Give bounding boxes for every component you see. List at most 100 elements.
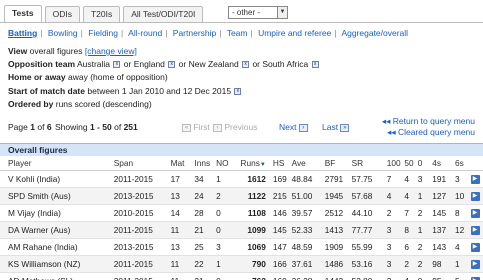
col-no[interactable]: NO: [216, 156, 234, 171]
balls-faced-cell: 2512: [324, 204, 352, 222]
previous-page-icon: ‹: [213, 123, 222, 132]
col-0[interactable]: 0: [417, 156, 433, 171]
tab-all[interactable]: All Test/ODI/T20I: [123, 6, 204, 22]
opposition-new-zealand: or New Zealand: [178, 59, 239, 69]
player-name-cell[interactable]: SPD Smith (Aus): [0, 187, 114, 205]
remove-x-icon[interactable]: x: [113, 61, 121, 69]
results-table: Player Span Mat Inns NO Runs▼ HS Ave BF …: [0, 156, 483, 280]
innings-cell: 21: [194, 221, 217, 239]
order-label: Ordered by: [8, 99, 54, 109]
col-hs[interactable]: HS: [268, 156, 292, 171]
runs-cell: 1108: [233, 204, 269, 222]
fifties-cell: 4: [404, 170, 418, 188]
nav-bowling[interactable]: Bowling: [48, 28, 78, 38]
not-outs-cell: 0: [216, 272, 234, 280]
other-format-select[interactable]: - other - ▼: [228, 6, 288, 19]
col-span[interactable]: Span: [113, 156, 171, 171]
col-sr[interactable]: SR: [351, 156, 387, 171]
return-query-menu-link[interactable]: ◂◂ Return to query menu: [382, 116, 475, 127]
sixes-cell: 10: [455, 187, 471, 205]
nav-batting[interactable]: Batting: [8, 28, 37, 38]
row-go-button[interactable]: ▶: [470, 221, 483, 239]
hundreds-cell: 4: [386, 187, 405, 205]
arrow-right-icon: ▶: [470, 276, 480, 280]
player-name-cell[interactable]: AM Rahane (India): [0, 238, 114, 256]
cleared-query-menu-link[interactable]: ◂◂ Cleared query menu: [387, 127, 475, 138]
strike-rate-cell: 77.77: [351, 221, 387, 239]
previous-page-button[interactable]: ‹ Previous: [213, 122, 257, 132]
col-inns[interactable]: Inns: [194, 156, 217, 171]
high-score-cell: 147: [268, 238, 292, 256]
row-go-button[interactable]: ▶: [470, 272, 483, 280]
results-table-section: Overall figures Player Span Mat Inns NO …: [0, 143, 483, 280]
tab-t20is[interactable]: T20Is: [82, 6, 121, 22]
nav-fielding[interactable]: Fielding: [88, 28, 118, 38]
nav-partnership[interactable]: Partnership: [173, 28, 216, 38]
chevron-down-icon: ▼: [277, 7, 287, 18]
table-row: SPD Smith (Aus) 2013-2015 13 24 2 1122 215 51.0…: [0, 187, 483, 205]
average-cell: 48.84: [291, 170, 325, 188]
player-name-cell[interactable]: DA Warner (Aus): [0, 221, 114, 239]
next-page-button[interactable]: Next ›: [279, 122, 308, 132]
high-score-cell: 169: [268, 170, 292, 188]
view-label: View: [8, 46, 28, 56]
span-cell: 2011-2015: [113, 221, 171, 239]
first-page-button[interactable]: « First: [182, 122, 210, 132]
col-100[interactable]: 100: [386, 156, 405, 171]
remove-x-icon[interactable]: x: [311, 61, 319, 69]
col-4s[interactable]: 4s: [432, 156, 455, 171]
sixes-cell: 12: [455, 221, 471, 239]
player-name-cell[interactable]: V Kohli (India): [0, 170, 114, 188]
nav-team[interactable]: Team: [227, 28, 248, 38]
span-cell: 2011-2015: [113, 170, 171, 188]
player-name-cell[interactable]: KS Williamson (NZ): [0, 255, 114, 273]
change-view-link[interactable]: [change view]: [85, 46, 137, 56]
col-player[interactable]: Player: [0, 156, 114, 171]
nav-all-round[interactable]: All-round: [128, 28, 162, 38]
col-runs[interactable]: Runs▼: [233, 156, 269, 171]
average-cell: 51.00: [291, 187, 325, 205]
player-name-cell[interactable]: AD Mathews (SL): [0, 272, 114, 280]
not-outs-cell: 3: [216, 238, 234, 256]
matches-cell: 13: [170, 238, 195, 256]
row-go-button[interactable]: ▶: [470, 204, 483, 222]
col-mat[interactable]: Mat: [170, 156, 195, 171]
sixes-cell: 1: [455, 255, 471, 273]
sixes-cell: 4: [455, 238, 471, 256]
col-bf[interactable]: BF: [324, 156, 352, 171]
row-go-button[interactable]: ▶: [470, 238, 483, 256]
nav-aggregate[interactable]: Aggregate/overall: [341, 28, 408, 38]
span-cell: 2011-2015: [113, 255, 171, 273]
arrow-right-icon: ▶: [470, 191, 480, 201]
col-50[interactable]: 50: [404, 156, 418, 171]
col-6s[interactable]: 6s: [455, 156, 471, 171]
tab-tests[interactable]: Tests: [4, 5, 42, 22]
matches-cell: 11: [170, 221, 195, 239]
average-cell: 48.59: [291, 238, 325, 256]
fifties-cell: 6: [404, 238, 418, 256]
row-go-button[interactable]: ▶: [470, 187, 483, 205]
ducks-cell: 2: [417, 238, 433, 256]
balls-faced-cell: 1486: [324, 255, 352, 273]
last-page-button[interactable]: Last »: [322, 122, 350, 132]
remove-x-icon[interactable]: x: [234, 88, 242, 96]
remove-x-icon[interactable]: x: [242, 61, 250, 69]
ducks-cell: 1: [417, 221, 433, 239]
nav-umpire-referee[interactable]: Umpire and referee: [258, 28, 331, 38]
hundreds-cell: 3: [386, 221, 405, 239]
col-ave[interactable]: Ave: [291, 156, 325, 171]
remove-x-icon[interactable]: x: [168, 61, 176, 69]
sort-desc-icon: ▼: [259, 161, 266, 168]
row-go-button[interactable]: ▶: [470, 170, 483, 188]
innings-cell: 24: [194, 187, 217, 205]
tab-odis[interactable]: ODIs: [44, 6, 80, 22]
row-go-button[interactable]: ▶: [470, 255, 483, 273]
arrow-right-icon: ▶: [470, 242, 480, 252]
matches-cell: 11: [170, 272, 195, 280]
next-page-icon: ›: [298, 123, 308, 132]
last-page-icon: »: [340, 123, 350, 132]
ducks-cell: 2: [417, 204, 433, 222]
fours-cell: 95: [432, 272, 455, 280]
player-name-cell[interactable]: M Vijay (India): [0, 204, 114, 222]
view-value: overall figures: [29, 46, 83, 56]
